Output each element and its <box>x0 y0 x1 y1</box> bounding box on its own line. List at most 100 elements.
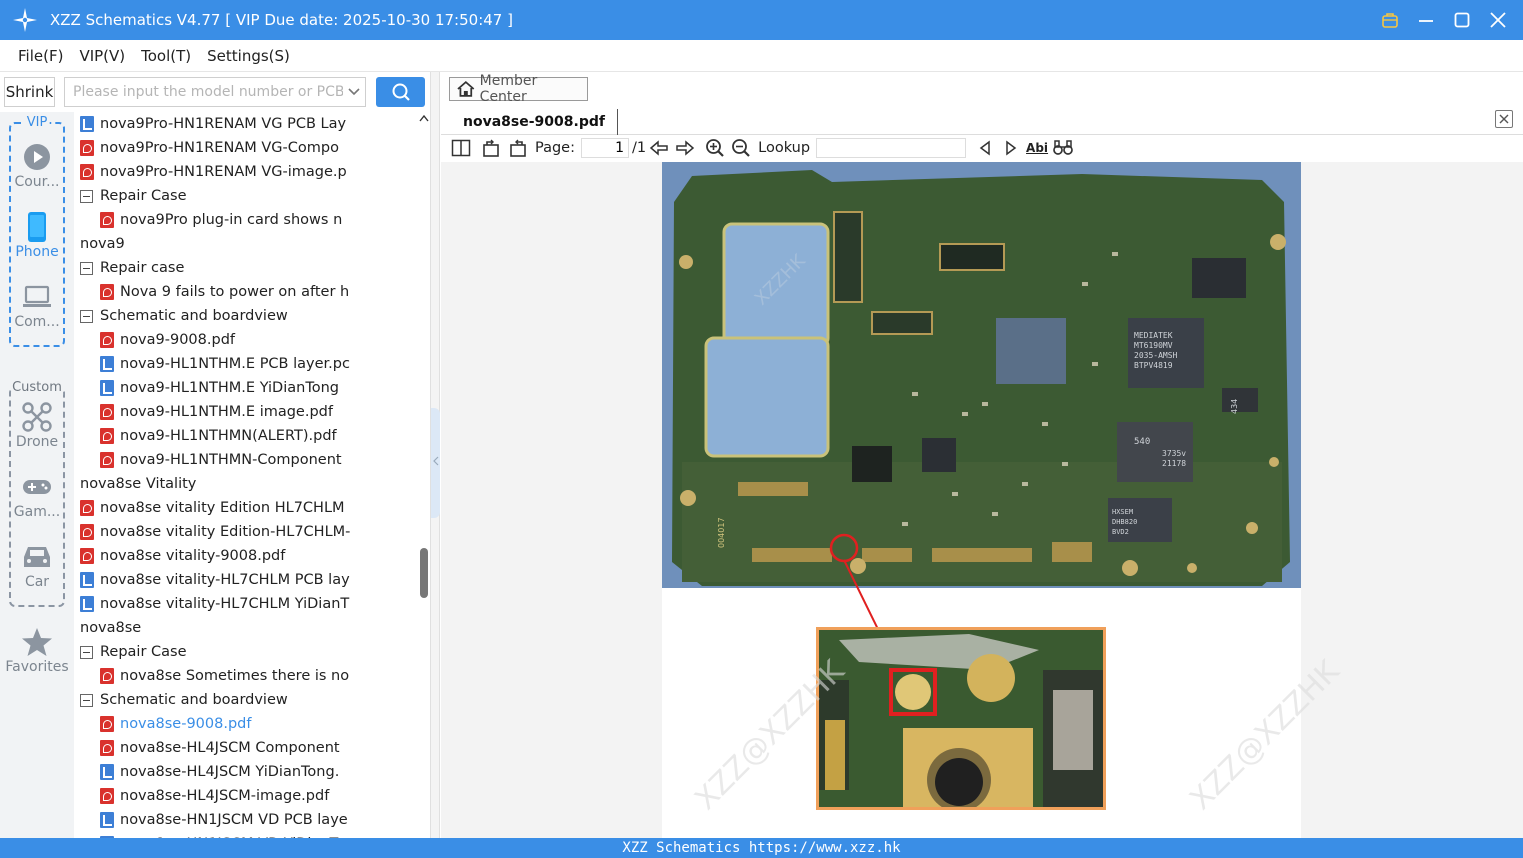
tree-file[interactable]: nova9Pro plug-in card shows n <box>100 208 342 232</box>
tab-nova8se-9008[interactable]: nova8se-9008.pdf <box>451 109 618 135</box>
tree-folder[interactable]: nova8se Vitality <box>74 472 196 496</box>
tree-scroll-thumb[interactable] <box>420 548 428 598</box>
tree-file[interactable]: nova8se-HN1JSCM VD PCB laye <box>100 808 348 832</box>
lookup-input[interactable] <box>816 138 967 158</box>
left-panel: Shrink VIP Custom Cour... Phone Com... D <box>0 72 440 838</box>
tree-item-label: Repair Case <box>100 188 187 204</box>
tree-file[interactable]: nova9Pro-HN1RENAM VG PCB Lay <box>80 112 346 136</box>
tree-file[interactable]: nova8se-HL4JSCM Component <box>100 736 340 760</box>
find-previous-icon[interactable] <box>972 137 998 159</box>
tree-folder[interactable]: nova8se <box>74 616 141 640</box>
category-games[interactable]: Gam... <box>0 470 74 520</box>
tree-folder[interactable]: Repair Case <box>80 184 187 208</box>
previous-page-icon[interactable] <box>646 137 672 159</box>
tree-file[interactable]: nova8se vitality-HL7CHLM PCB lay <box>80 568 350 592</box>
category-computer[interactable]: Com... <box>0 280 74 330</box>
tree-item-label: nova8se vitality-9008.pdf <box>100 548 286 564</box>
vip-bag-icon[interactable] <box>1379 9 1401 31</box>
category-car[interactable]: Car <box>0 540 74 590</box>
tree-item-label: nova9-HL1NTHM.E YiDianTong <box>120 380 339 396</box>
tree-folder[interactable]: Repair case <box>80 256 184 280</box>
minimize-icon[interactable] <box>1415 9 1437 31</box>
category-label: Com... <box>14 314 60 330</box>
collapse-icon <box>80 309 93 323</box>
find-next-icon[interactable] <box>998 137 1024 159</box>
pdf-viewer[interactable]: MEDIATEK MT6190MV 2035-AMSH BTPV4819 540… <box>441 162 1523 838</box>
tree-folder[interactable]: nova9 <box>74 232 125 256</box>
category-favorites[interactable]: Favorites <box>0 625 74 675</box>
tree-file[interactable]: nova9-HL1NTHM.E PCB layer.pc <box>100 352 350 376</box>
collapse-icon <box>80 189 93 203</box>
tree-file[interactable]: nova9Pro-HN1RENAM VG-Compo <box>80 136 339 160</box>
tree-item-label: nova9Pro-HN1RENAM VG PCB Lay <box>100 116 347 132</box>
category-courses[interactable]: Cour... <box>0 140 74 190</box>
tree-file[interactable]: nova9-HL1NTHM.E YiDianTong <box>100 376 339 400</box>
status-footer[interactable]: XZZ Schematics https://www.xzz.hk <box>0 838 1523 858</box>
collapse-icon <box>80 693 93 707</box>
close-icon[interactable] <box>1487 9 1509 31</box>
tree-file[interactable]: nova9-HL1NTHMN(ALERT).pdf <box>100 424 337 448</box>
tree-file[interactable]: nova9-9008.pdf <box>100 328 235 352</box>
viewer-toolbar: Page: /1 Lookup Abi <box>441 135 1523 161</box>
page-total: /1 <box>632 140 647 156</box>
tree-file[interactable]: nova9-HL1NTHM.E image.pdf <box>100 400 333 424</box>
tree-folder[interactable]: Schematic and boardview <box>80 688 288 712</box>
rotate-left-icon[interactable] <box>477 137 505 159</box>
category-bar: VIP Custom Cour... Phone Com... Drone Ga… <box>0 112 74 838</box>
pcb-file-icon <box>80 572 94 588</box>
next-page-icon[interactable] <box>672 137 698 159</box>
menu-file[interactable]: File(F) <box>18 47 63 65</box>
search-input[interactable] <box>65 78 343 106</box>
document-tabs: nova8se-9008.pdf <box>441 105 1523 135</box>
car-icon <box>24 547 50 567</box>
rotate-right-icon[interactable] <box>505 137 531 159</box>
find-all-icon[interactable] <box>1050 137 1076 159</box>
menu-tool[interactable]: Tool(T) <box>141 47 191 65</box>
tree-file[interactable]: nova8se vitality-9008.pdf <box>80 544 285 568</box>
category-phone[interactable]: Phone <box>0 210 74 260</box>
shrink-button[interactable]: Shrink <box>4 77 55 107</box>
member-center-button[interactable]: Member Center <box>449 73 588 105</box>
tree-file[interactable]: nova9Pro-HN1RENAM VG-image.p <box>80 160 347 184</box>
tree-item-label: nova9Pro-HN1RENAM VG-image.p <box>100 164 347 180</box>
tree-file[interactable]: nova8se-HL4JSCM YiDianTong. <box>100 760 339 784</box>
pdf-file-icon <box>80 524 94 540</box>
pcb-file-icon <box>80 116 94 132</box>
match-case-button[interactable]: Abi <box>1024 137 1050 159</box>
search-button[interactable] <box>376 77 425 107</box>
tree-item-label: nova8se <box>80 620 142 636</box>
pcb-file-icon <box>100 380 114 396</box>
tree-folder[interactable]: Schematic and boardview <box>80 304 288 328</box>
close-tab-icon[interactable] <box>1495 110 1513 128</box>
menu-vip[interactable]: VIP(V) <box>79 47 125 65</box>
tree-item-label: nova8se vitality Edition HL7CHLM <box>100 500 345 516</box>
category-drone[interactable]: Drone <box>0 400 74 450</box>
tree-file[interactable]: nova9-HL1NTHMN-Component <box>100 448 342 472</box>
panel-divider[interactable] <box>430 72 440 838</box>
tree-item-label: nova8se vitality-HL7CHLM PCB lay <box>100 572 350 588</box>
drone-icon <box>22 402 52 432</box>
custom-group-label: Custom <box>11 380 63 395</box>
tree-scrollbar[interactable] <box>418 112 430 838</box>
menu-settings[interactable]: Settings(S) <box>207 47 290 65</box>
pdf-file-icon <box>80 548 94 564</box>
search-row: Shrink <box>4 77 425 107</box>
tree-file[interactable]: nova8se vitality-HL7CHLM YiDianT <box>80 592 349 616</box>
collapse-handle[interactable] <box>431 408 440 518</box>
maximize-icon[interactable] <box>1451 9 1473 31</box>
tree-file[interactable]: nova8se-9008.pdf <box>100 712 251 736</box>
zoom-in-icon[interactable] <box>702 137 728 159</box>
sidebar-toggle-icon[interactable] <box>449 137 473 159</box>
tree-file[interactable]: Nova 9 fails to power on after h <box>100 280 349 304</box>
tree-folder[interactable]: Repair Case <box>80 640 187 664</box>
tree-file[interactable]: nova8se vitality Edition-HL7CHLM- <box>80 520 350 544</box>
tree-file[interactable]: nova8se vitality Edition HL7CHLM <box>80 496 345 520</box>
vip-group-label: VIP <box>24 115 50 130</box>
chevron-down-icon[interactable] <box>343 87 365 97</box>
page-input[interactable] <box>581 138 629 158</box>
tree-file[interactable]: nova8se Sometimes there is no <box>100 664 349 688</box>
tree-file[interactable]: nova8se-HL4JSCM-image.pdf <box>100 784 329 808</box>
tree-item-label: Schematic and boardview <box>100 692 288 708</box>
app-logo-icon <box>0 0 50 40</box>
zoom-out-icon[interactable] <box>728 137 754 159</box>
